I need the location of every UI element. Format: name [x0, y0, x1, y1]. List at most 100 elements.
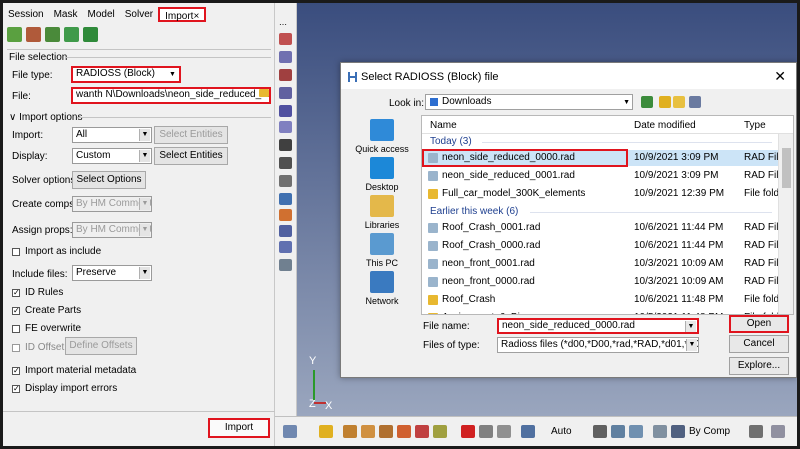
auto-label[interactable]: Auto	[551, 426, 572, 437]
include-files-select[interactable]: Preserve ▼	[72, 265, 152, 281]
file-row[interactable]: neon_front_0001.rad 10/3/2021 10:09 AM RAD…	[422, 256, 784, 272]
mask-icon[interactable]	[397, 425, 411, 438]
file-name-input[interactable]: neon_side_reduced_0000.rad ▼	[497, 318, 699, 334]
export-model-icon[interactable]	[64, 27, 79, 42]
create-parts-checkbox[interactable]: ✓	[12, 307, 20, 315]
place-quick-access[interactable]: Quick access	[347, 119, 417, 154]
files-of-type-select[interactable]: Radioss files (*d00,*D00,*rad,*RAD,*d01,…	[497, 337, 699, 353]
camera-icon[interactable]	[283, 425, 297, 438]
view-icon[interactable]	[279, 259, 292, 271]
tab-session[interactable]: Session	[3, 7, 49, 22]
cube-icon[interactable]	[771, 425, 785, 438]
place-network[interactable]: Network	[347, 271, 417, 306]
column-name[interactable]: Name	[430, 120, 457, 131]
close-tab-icon[interactable]: ×	[193, 11, 199, 22]
import-select[interactable]: All ▼	[72, 127, 152, 143]
group-header[interactable]: Today (3)	[430, 136, 472, 147]
close-icon[interactable]: ✕	[774, 68, 786, 85]
delete-icon[interactable]	[461, 425, 475, 438]
abc-highlight-icon[interactable]	[279, 209, 292, 221]
import-as-include-checkbox[interactable]	[12, 248, 20, 256]
id-offset-checkbox[interactable]	[12, 344, 20, 352]
tab-model[interactable]: Model	[82, 7, 119, 22]
rotate-icon[interactable]	[279, 139, 292, 151]
display-icon[interactable]	[593, 425, 607, 438]
display-icon[interactable]	[629, 425, 643, 438]
annotation-icon[interactable]	[279, 175, 292, 187]
abc-icon[interactable]	[279, 193, 292, 205]
folder-browse-icon[interactable]	[259, 89, 269, 97]
group-header[interactable]: Earlier this week (6)	[430, 206, 518, 217]
view-menu-icon[interactable]	[689, 96, 701, 108]
color-icon[interactable]	[671, 425, 685, 438]
id-rules-checkbox[interactable]: ✓	[12, 289, 20, 297]
mask-icon[interactable]	[361, 425, 375, 438]
import-geometry-icon[interactable]	[26, 27, 41, 42]
file-row[interactable]: Full_car_model_300K_elements 10/9/2021 12…	[422, 186, 779, 202]
open-button[interactable]: Open	[729, 315, 789, 333]
create-comps-select[interactable]: By HM Comments ▼	[72, 196, 152, 212]
display-import-errors-checkbox[interactable]: ✓	[12, 385, 20, 393]
file-row[interactable]: Assignment_6_Bic...10/5/2021 11:48 PMFil…	[422, 310, 779, 314]
view-icon[interactable]	[279, 51, 292, 63]
select-options-button[interactable]: Select Options	[72, 171, 146, 189]
column-date-modified[interactable]: Date modified	[634, 120, 696, 131]
file-list[interactable]: Name Date modified Type Today (3) neon_si…	[421, 115, 794, 315]
explore-button[interactable]: Explore...	[729, 357, 789, 375]
box-icon[interactable]	[479, 425, 493, 438]
import-material-metadata-checkbox[interactable]: ✓	[12, 367, 20, 375]
by-comp-label[interactable]: By Comp	[689, 426, 730, 437]
display-select[interactable]: Custom ▼	[72, 148, 152, 164]
look-in-select[interactable]: Downloads ▼	[425, 94, 633, 110]
file-list-scrollbar[interactable]	[778, 134, 793, 314]
mask-icon[interactable]	[379, 425, 393, 438]
import-solver-deck-icon[interactable]	[45, 27, 60, 42]
file-type-select[interactable]: RADIOSS (Block) ▼	[71, 66, 181, 83]
mask-icon[interactable]	[433, 425, 447, 438]
file-row[interactable]: neon_front_0000.rad 10/3/2021 10:09 AM RAD…	[422, 274, 784, 290]
folder-up-icon[interactable]	[659, 96, 671, 108]
column-type[interactable]: Type	[744, 120, 766, 131]
fe-overwrite-checkbox[interactable]	[12, 325, 20, 333]
define-offsets-button[interactable]: Define Offsets	[65, 337, 137, 355]
assign-props-label: Assign props:	[12, 225, 73, 236]
mask-icon[interactable]	[343, 425, 357, 438]
select-entities-button-2[interactable]: Select Entities	[154, 147, 228, 165]
import-options-title[interactable]: ∨ Import options	[9, 112, 82, 123]
file-row[interactable]: Roof_Crash_0001.rad 10/6/2021 11:44 PM RAD…	[422, 220, 784, 236]
export-solver-deck-icon[interactable]	[83, 27, 98, 42]
view-icon[interactable]	[279, 225, 292, 237]
tab-solver[interactable]: Solver	[120, 7, 158, 22]
auto-icon[interactable]	[521, 425, 535, 438]
tab-import[interactable]: Import×	[158, 7, 207, 22]
select-entities-button-1[interactable]: Select Entities	[154, 126, 228, 144]
place-this-pc[interactable]: This PC	[347, 233, 417, 268]
star-icon[interactable]	[319, 425, 333, 438]
import-model-icon[interactable]	[7, 27, 22, 42]
cube-icon[interactable]	[749, 425, 763, 438]
assign-props-select[interactable]: By HM Comments ▼	[72, 222, 152, 238]
scrollbar-thumb[interactable]	[782, 148, 791, 188]
new-folder-icon[interactable]	[673, 96, 685, 108]
view-icon[interactable]	[279, 33, 292, 45]
file-path-input[interactable]: wanth N\Downloads\neon_side_reduced_0000…	[71, 87, 271, 104]
cube-icon[interactable]	[653, 425, 667, 438]
numbers-icon[interactable]	[279, 157, 292, 169]
view-icon[interactable]	[279, 87, 292, 99]
view-icon[interactable]	[279, 69, 292, 81]
cancel-button[interactable]: Cancel	[729, 335, 789, 353]
file-row[interactable]: Roof_Crash 10/6/2021 11:48 PM File fold	[422, 292, 779, 308]
file-row[interactable]: neon_side_reduced_0001.rad 10/9/2021 3:09…	[422, 168, 784, 184]
file-row[interactable]: Roof_Crash_0000.rad 10/6/2021 11:44 PM RAD…	[422, 238, 784, 254]
mask-icon[interactable]	[415, 425, 429, 438]
view-icon[interactable]	[279, 105, 292, 117]
place-libraries[interactable]: Libraries	[347, 195, 417, 230]
view-icon[interactable]	[279, 241, 292, 253]
view-icon[interactable]	[279, 121, 292, 133]
tab-mask[interactable]: Mask	[49, 7, 83, 22]
back-icon[interactable]	[641, 96, 653, 108]
box-icon[interactable]	[497, 425, 511, 438]
place-desktop[interactable]: Desktop	[347, 157, 417, 192]
display-icon[interactable]	[611, 425, 625, 438]
import-button[interactable]: Import	[208, 418, 270, 438]
